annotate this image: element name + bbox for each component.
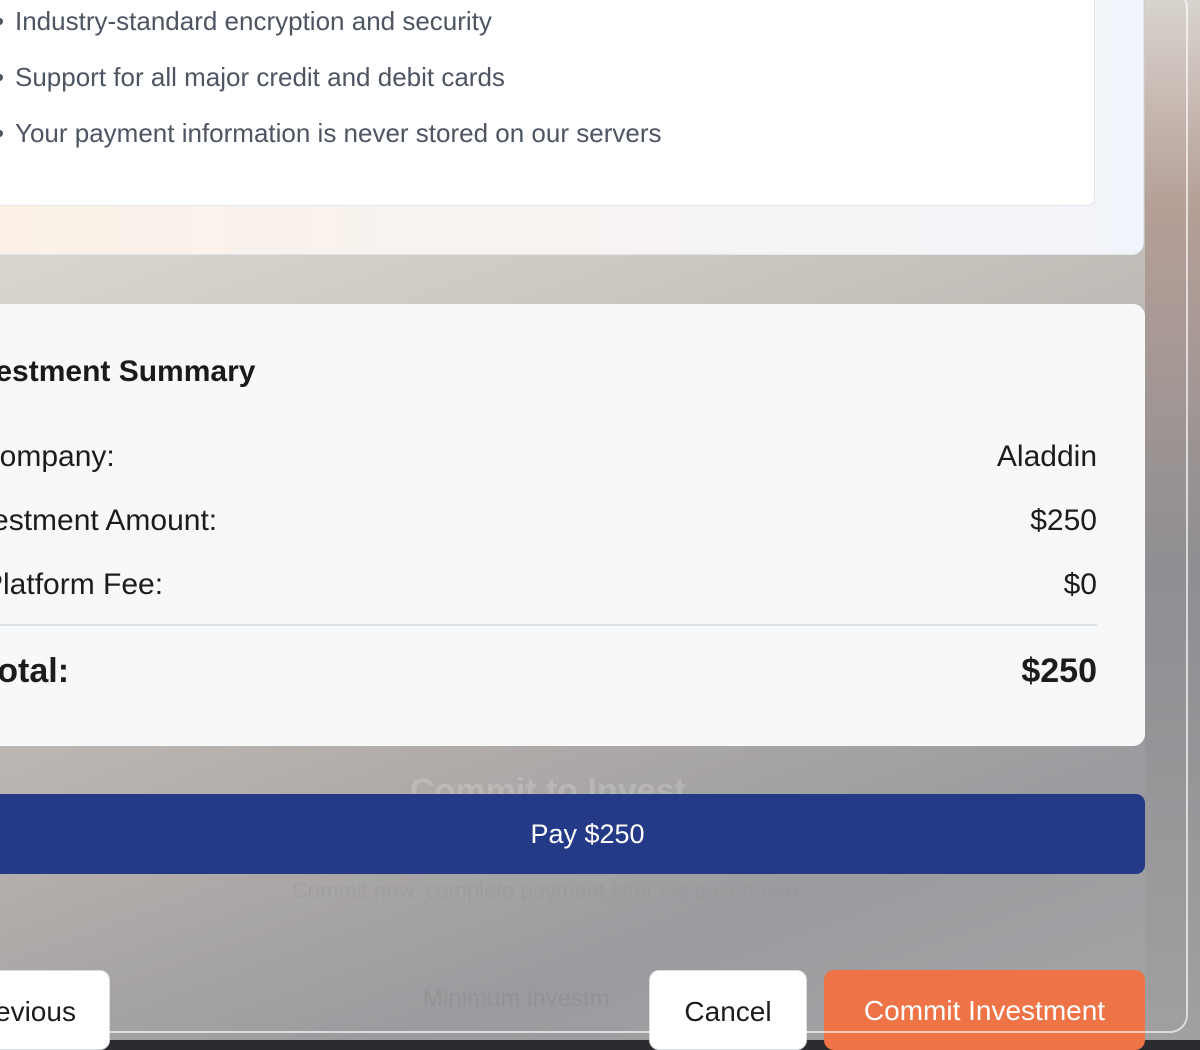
background-commit-subtitle: Commit now, complete payment later via d…: [292, 878, 799, 903]
platform-fee-label: Platform Fee:: [0, 568, 164, 601]
cancel-button[interactable]: Cancel: [649, 970, 807, 1050]
security-feature-item: •Your payment information is never store…: [0, 118, 662, 148]
total-label: Total:: [0, 652, 70, 690]
background-minimum-text: Minimum investm: [423, 985, 610, 1012]
previous-button[interactable]: Previous: [0, 970, 110, 1050]
security-features-list: •Industry-standard encryption and securi…: [0, 3, 661, 171]
security-feature-item: •Industry-standard encryption and securi…: [0, 6, 492, 36]
platform-fee-value: $0: [1063, 568, 1097, 601]
investment-amount-label: Investment Amount:: [0, 504, 218, 537]
total-value: $250: [1021, 652, 1097, 690]
summary-divider: [0, 624, 1097, 626]
background-page-edge: [1145, 0, 1200, 1040]
investment-amount-value: $250: [1030, 504, 1097, 537]
company-label: Company:: [0, 440, 115, 473]
commit-investment-button[interactable]: Commit Investment: [824, 970, 1145, 1050]
security-info-list-box: •Industry-standard encryption and securi…: [0, 0, 1095, 206]
security-feature-item: •Support for all major credit and debit …: [0, 62, 505, 92]
investment-summary-title: Investment Summary: [0, 355, 256, 388]
pay-button[interactable]: Pay $250: [0, 794, 1145, 874]
company-value: Aladdin: [996, 440, 1097, 473]
